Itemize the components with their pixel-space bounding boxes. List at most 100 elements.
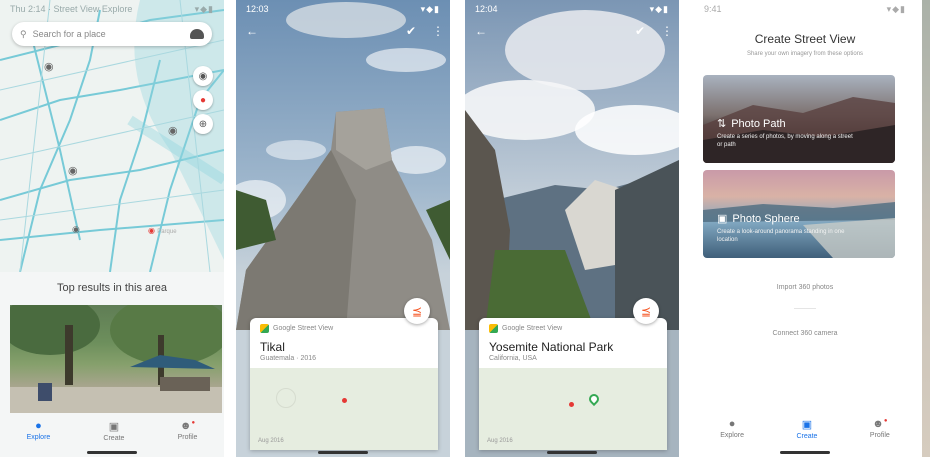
page-title: Create Street View — [754, 32, 856, 46]
status-icons: ▾◆▮ — [420, 3, 440, 14]
nav-create[interactable]: ▣ Create — [103, 420, 124, 442]
map-marker-icon[interactable]: ◉ — [44, 60, 54, 73]
connect-camera-link[interactable]: Connect 360 camera — [694, 330, 916, 337]
explore-pin-icon: ● — [35, 420, 42, 432]
explore-map[interactable]: Thu 2:14 · Street View Explore ▾◆▮ ⚲ Sea… — [0, 0, 224, 272]
nav-label: Explore — [720, 432, 744, 439]
pegman-icon: ● — [199, 94, 207, 106]
tikal-screen: 12:03 ▾◆▮ ← ✔ ⋮ Google Street View Tikal… — [236, 0, 450, 457]
bottom-nav: ● Explore ▣ Create ☻● Profile — [694, 418, 916, 440]
compass-icon[interactable]: ✔ — [406, 24, 416, 38]
park-scene — [10, 305, 222, 413]
section-title: Top results in this area — [56, 282, 168, 294]
status-bar: 9:41 ▾◆▮ — [694, 0, 916, 18]
home-indicator — [780, 451, 830, 454]
location-pin-icon — [342, 398, 347, 403]
profile-icon: ☻● — [872, 418, 888, 430]
my-location-button[interactable]: ⊕ — [193, 114, 213, 134]
source-label: Google Street View — [273, 325, 334, 332]
place-card[interactable]: Google Street View Tikal Guatemala · 201… — [250, 318, 438, 450]
status-icons: ▾◆▮ — [886, 3, 906, 14]
source-row: Google Street View — [260, 324, 333, 333]
status-time: 12:03 — [246, 4, 269, 14]
nav-label: Explore — [26, 434, 51, 441]
bottom-nav: ● Explore ▣ Create ☻● Profile — [0, 420, 224, 442]
nav-profile[interactable]: ☻● Profile — [870, 418, 890, 439]
nav-label: Create — [796, 433, 818, 440]
import-360-link[interactable]: Import 360 photos — [694, 284, 916, 291]
location-pin-icon — [569, 402, 574, 407]
more-menu-icon[interactable]: ⋮ — [661, 24, 673, 38]
place-title: Yosemite National Park — [489, 340, 614, 354]
nav-label: Profile — [869, 432, 890, 439]
map-circle-icon — [276, 388, 296, 408]
layers-button[interactable]: ◉ — [193, 66, 213, 86]
sphere-icon: ▣ — [717, 213, 728, 225]
map-pin-label: Parque — [157, 229, 177, 235]
photo-path-option[interactable]: ⇅ Photo Path Create a series of photos, … — [703, 75, 895, 163]
place-mini-map[interactable]: Aug 2016 — [479, 368, 667, 450]
status-time: 9:41 — [704, 4, 722, 14]
explore-pin-icon: ● — [728, 418, 736, 430]
back-arrow-icon[interactable]: ← — [246, 24, 258, 38]
yosemite-screen: 12:04 ▾◆▮ ← ✔ ⋮ Google Street View Yosem… — [465, 0, 679, 457]
street-view-logo-icon — [260, 324, 269, 333]
more-menu-icon[interactable]: ⋮ — [432, 24, 444, 38]
search-bar[interactable]: ⚲ Search for a place — [12, 22, 212, 46]
share-icon: ⪳ — [640, 304, 652, 318]
status-icons: ▾◆▮ — [194, 3, 214, 14]
page-subtitle: Share your own imagery from these option… — [746, 51, 864, 57]
path-icon: ⇅ — [717, 118, 727, 130]
source-label: Google Street View — [502, 325, 563, 332]
home-indicator — [547, 451, 597, 454]
create-screen: 9:41 ▾◆▮ Create Street View Share your o… — [694, 0, 916, 457]
search-input[interactable]: Search for a place — [33, 29, 190, 39]
nav-create[interactable]: ▣ Create — [796, 418, 817, 440]
my-location-icon: ⊕ — [198, 118, 208, 130]
source-row: Google Street View — [489, 324, 562, 333]
status-bar: 12:04 ▾◆▮ — [465, 0, 679, 18]
layers-icon: ◉ — [198, 70, 208, 82]
option-title: ▣ Photo Sphere — [717, 212, 800, 226]
place-subtitle: Guatemala · 2016 — [260, 355, 317, 362]
nav-profile[interactable]: ☻● Profile — [178, 420, 198, 441]
option-description: Create a look-around panorama standing i… — [717, 229, 845, 243]
nav-explore[interactable]: ● Explore — [720, 418, 744, 439]
option-name: Photo Path — [731, 117, 786, 130]
status-bar: Thu 2:14 · Street View Explore ▾◆▮ — [0, 0, 224, 18]
nav-label: Profile — [177, 434, 198, 441]
map-marker-icon[interactable]: ◉ — [72, 224, 80, 235]
photo-sphere-option[interactable]: ▣ Photo Sphere Create a look-around pano… — [703, 170, 895, 258]
home-indicator — [87, 451, 137, 454]
share-button[interactable]: ⪳ — [404, 298, 430, 324]
nav-explore[interactable]: ● Explore — [27, 420, 51, 441]
place-card[interactable]: Google Street View Yosemite National Par… — [479, 318, 667, 450]
back-arrow-icon[interactable]: ← — [475, 24, 487, 38]
share-button[interactable]: ⪳ — [633, 298, 659, 324]
map-footer: Aug 2016 — [487, 438, 513, 444]
place-title: Tikal — [260, 340, 285, 354]
divider — [794, 308, 816, 309]
place-mini-map[interactable]: Aug 2016 — [250, 368, 438, 450]
account-avatar-icon[interactable] — [190, 29, 204, 39]
map-marker-icon[interactable]: ◉ — [68, 164, 78, 177]
map-footer: Aug 2016 — [258, 438, 284, 444]
explore-screen: Thu 2:14 · Street View Explore ▾◆▮ ⚲ Sea… — [0, 0, 224, 457]
place-subtitle: California, USA — [489, 355, 537, 362]
camera-icon: ▣ — [108, 421, 120, 433]
status-left-text: Thu 2:14 · Street View Explore — [10, 4, 133, 14]
result-thumbnail[interactable] — [10, 305, 222, 413]
map-marker-icon[interactable]: ◉ — [168, 124, 178, 137]
option-name: Photo Sphere — [732, 212, 800, 225]
pegman-button[interactable]: ● — [193, 90, 213, 110]
selected-place-marker[interactable]: ◉ Parque — [148, 226, 177, 235]
option-description: Create a series of photos, by moving alo… — [717, 134, 853, 148]
home-indicator — [318, 451, 368, 454]
profile-icon: ☻● — [179, 420, 196, 432]
search-icon: ⚲ — [20, 28, 27, 39]
street-view-logo-icon — [489, 324, 498, 333]
compass-icon[interactable]: ✔ — [635, 24, 645, 38]
status-time: 12:04 — [475, 4, 498, 14]
street-view-pin-icon — [586, 391, 602, 407]
status-bar: 12:03 ▾◆▮ — [236, 0, 450, 18]
